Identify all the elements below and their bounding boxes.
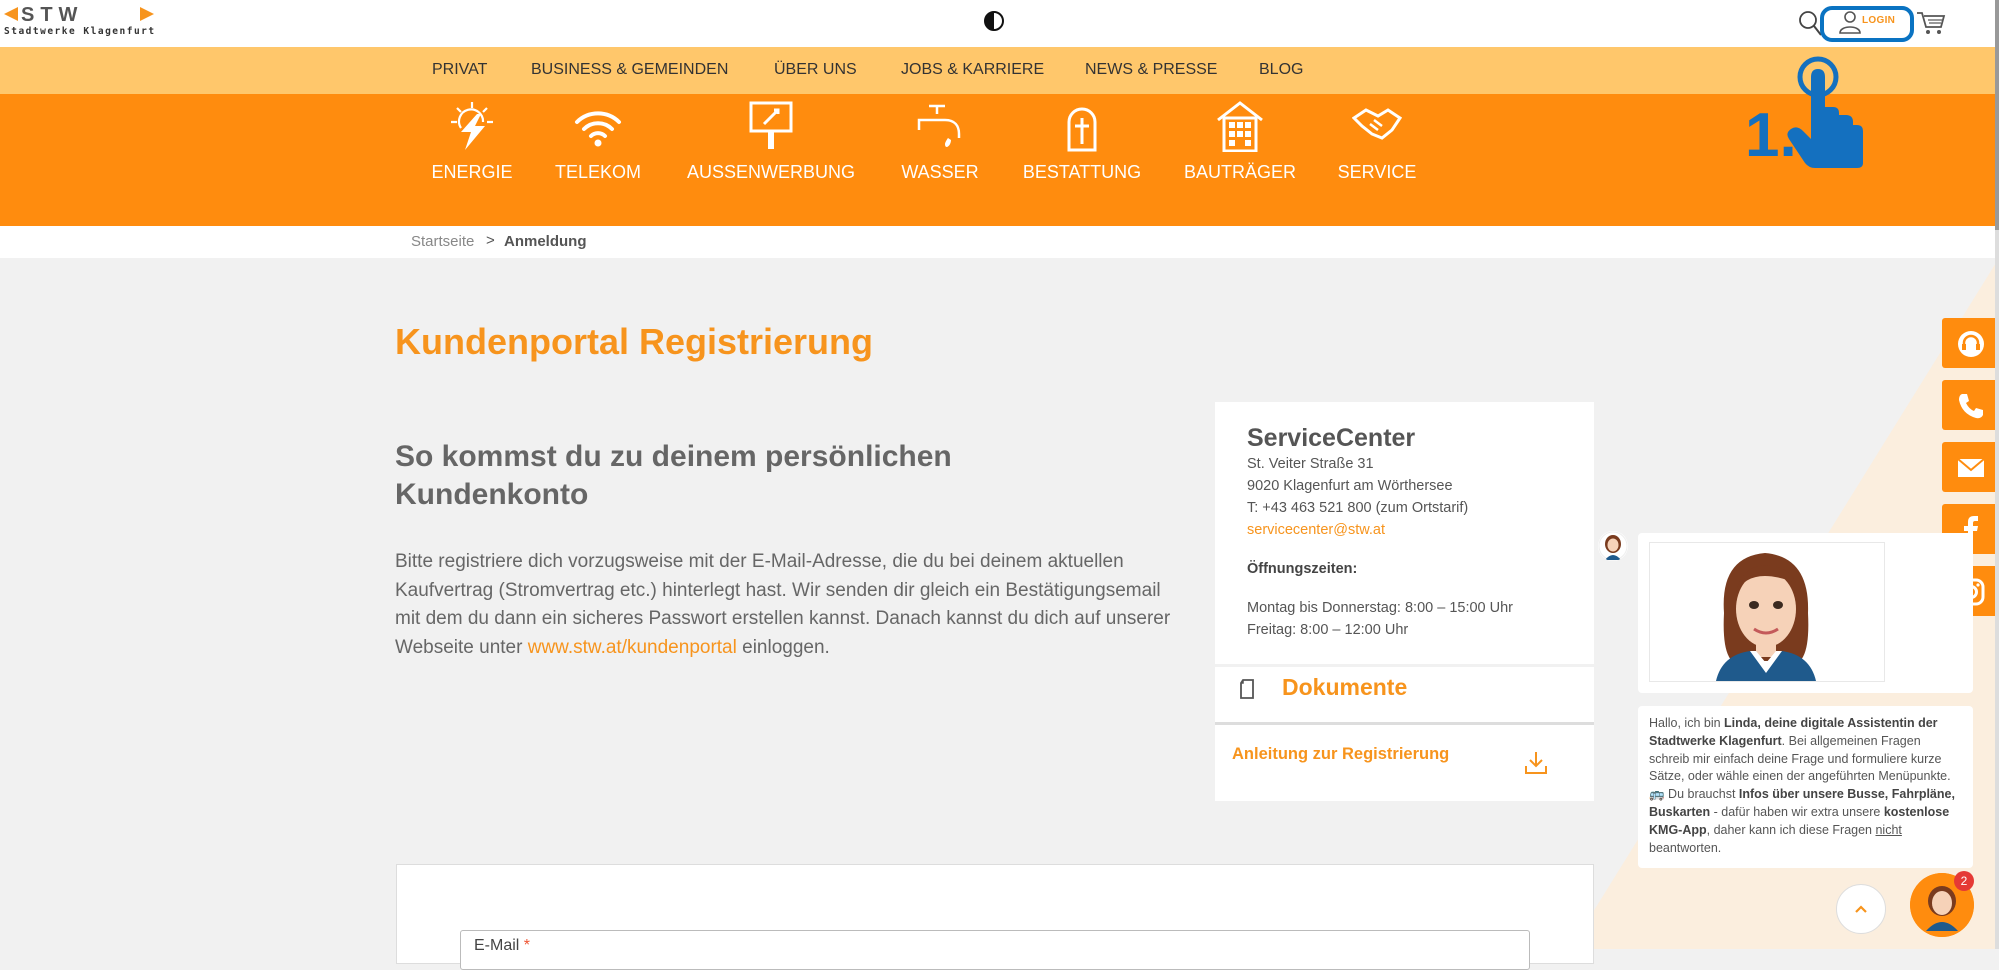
chat-message-text: Hallo, ich bin Linda, deine digitale Ass… <box>1649 715 1964 857</box>
chat-text-underline: nicht <box>1875 822 1902 837</box>
contrast-icon[interactable] <box>983 10 1005 32</box>
email-field-label: E-Mail * <box>474 937 530 955</box>
faucet-icon <box>917 104 961 147</box>
chat-assistant-name: Linda <box>1724 716 1758 730</box>
search-icon[interactable] <box>1798 10 1822 36</box>
chat-unread-badge: 2 <box>1954 871 1974 891</box>
phone-icon <box>1959 394 1983 419</box>
documents-title: Dokumente <box>1282 674 1408 700</box>
scroll-to-top-button[interactable] <box>1836 884 1886 934</box>
breadcrumb-home-link[interactable]: Startseite <box>411 233 474 250</box>
nav-item-news[interactable]: NEWS & PRESSE <box>1085 61 1217 79</box>
scrollbar-thumb[interactable] <box>1995 0 1999 230</box>
opening-hours-friday: Freitag: 8:00 – 12:00 Uhr <box>1247 622 1409 638</box>
category-telekom-label: TELEKOM <box>554 162 642 182</box>
chevron-right-icon: > <box>486 232 495 249</box>
category-bautraeger-label: BAUTRÄGER <box>1183 162 1297 182</box>
service-center-city: 9020 Klagenfurt am Wörthersee <box>1247 478 1453 494</box>
side-button-support[interactable] <box>1942 318 1999 368</box>
building-icon <box>1217 101 1263 152</box>
side-button-phone[interactable] <box>1942 380 1999 430</box>
chat-text-part: - dafür haben wir extra unsere <box>1710 804 1884 819</box>
nav-item-ueber-uns[interactable]: ÜBER UNS <box>774 61 857 79</box>
category-bautraeger[interactable]: BAUTRÄGER <box>1180 100 1300 190</box>
email-label-text: E-Mail <box>474 937 520 954</box>
mail-icon <box>1957 458 1985 477</box>
opening-hours-weekdays: Montag bis Donnerstag: 8:00 – 15:00 Uhr <box>1247 600 1513 616</box>
assistant-portrait <box>1649 542 1885 682</box>
user-icon <box>1839 11 1861 34</box>
opening-hours-title: Öffnungszeiten: <box>1247 561 1358 577</box>
category-wasser-label: WASSER <box>901 162 979 182</box>
stw-logo-mark: STW <box>4 4 154 24</box>
download-icon[interactable] <box>1523 750 1549 776</box>
chat-text-part: , daher kann ich diese Fragen <box>1706 822 1876 837</box>
service-center-email-link[interactable]: servicecenter@stw.at <box>1247 522 1385 538</box>
email-field[interactable] <box>460 930 1530 970</box>
nav-item-jobs[interactable]: JOBS & KARRIERE <box>901 61 1044 79</box>
category-energie-label: ENERGIE <box>431 162 513 182</box>
logo-subtitle: Stadtwerke Klagenfurt <box>4 26 156 37</box>
intro-text: Bitte registriere dich vorzugsweise mit … <box>395 548 1175 662</box>
kundenportal-link[interactable]: www.stw.at/kundenportal <box>528 637 737 658</box>
service-center-phone[interactable]: T: +43 463 521 800 (zum Ortstarif) <box>1247 500 1468 516</box>
document-link-registration[interactable]: Anleitung zur Registrierung <box>1232 745 1449 764</box>
billboard-icon <box>749 101 793 149</box>
chevron-up-icon <box>1855 905 1867 913</box>
stw-logo[interactable]: STW Stadtwerke Klagenfurt <box>4 4 154 42</box>
category-telekom[interactable]: TELEKOM <box>547 100 649 190</box>
category-band <box>0 94 1995 226</box>
page-title: Kundenportal Registrierung <box>395 321 874 362</box>
breadcrumb <box>0 226 1995 258</box>
nav-item-privat[interactable]: PRIVAT <box>432 61 487 79</box>
svg-text:STW: STW <box>21 4 83 24</box>
wifi-icon <box>575 111 621 147</box>
lightning-icon <box>451 102 493 150</box>
category-service-label: SERVICE <box>1337 162 1417 182</box>
service-center-title: ServiceCenter <box>1247 424 1416 452</box>
cart-icon[interactable] <box>1916 10 1946 36</box>
chat-text-part: beantworten. <box>1649 840 1722 855</box>
document-icon <box>1240 679 1254 699</box>
category-energie[interactable]: ENERGIE <box>420 100 524 190</box>
intro-text-end: einloggen. <box>736 636 830 658</box>
pointer-hand-icon <box>1787 56 1863 168</box>
service-center-street: St. Veiter Straße 31 <box>1247 456 1374 472</box>
category-wasser[interactable]: WASSER <box>895 100 985 190</box>
category-aussenwerbung-label: AUSSENWERBUNG <box>686 162 856 182</box>
breadcrumb-current: Anmeldung <box>504 233 587 250</box>
required-marker: * <box>523 937 531 954</box>
section-heading: So kommst du zu deinem persönlichen Kund… <box>395 440 952 511</box>
category-service[interactable]: SERVICE <box>1333 100 1421 190</box>
login-label[interactable]: LOGIN <box>1862 15 1895 26</box>
category-bestattung-label: BESTATTUNG <box>1022 162 1142 182</box>
nav-item-business[interactable]: BUSINESS & GEMEINDEN <box>531 61 728 79</box>
category-aussenwerbung[interactable]: AUSSENWERBUNG <box>682 100 860 190</box>
chat-text-part: Hallo, ich bin <box>1649 716 1725 730</box>
nav-item-blog[interactable]: BLOG <box>1259 61 1303 79</box>
cross-icon <box>1067 107 1097 152</box>
side-button-mail[interactable] <box>1942 442 1999 492</box>
assistant-avatar <box>1598 531 1628 561</box>
category-bestattung[interactable]: BESTATTUNG <box>1018 100 1146 190</box>
handshake-icon <box>1352 108 1402 140</box>
headset-icon <box>1958 331 1984 357</box>
